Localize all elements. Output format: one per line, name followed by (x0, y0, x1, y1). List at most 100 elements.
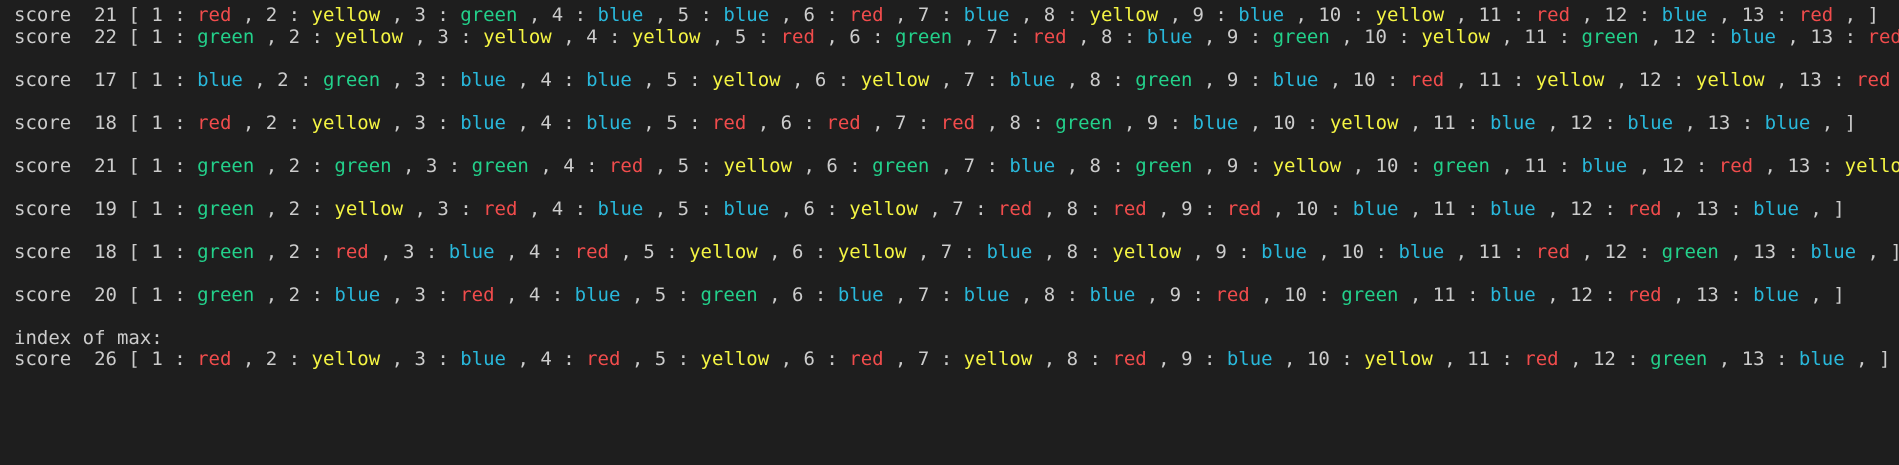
item-index: 13 : (1695, 198, 1754, 220)
item-color: blue (197, 69, 243, 91)
item-index: 10 : (1318, 4, 1376, 26)
item-index: 5 : (677, 155, 724, 177)
score-value: 26 (94, 348, 117, 370)
item-color: red (197, 348, 232, 370)
item-index: 7 : (917, 284, 964, 306)
item-color: red (849, 348, 884, 370)
output-line: score 17 [ 1 : blue , 2 : green , 3 : bl… (14, 69, 1891, 91)
item-color: green (1055, 112, 1113, 134)
item-color: red (1226, 198, 1262, 220)
item-index: 2 : (288, 26, 335, 48)
score-value: 21 (94, 155, 117, 177)
item-index: 3 : (403, 241, 449, 263)
item-index: 4 : (586, 26, 632, 48)
item-index: 12 : (1638, 69, 1696, 91)
item-color: green (1581, 26, 1639, 48)
score-label: score (14, 284, 72, 306)
item-index: 10 : (1284, 284, 1342, 306)
item-color: green (197, 198, 255, 220)
item-color: blue (1661, 4, 1708, 26)
item-color: green (197, 155, 255, 177)
item-color: blue (1581, 155, 1628, 177)
item-color: red (460, 284, 495, 306)
score-value: 21 (94, 4, 117, 26)
item-index: 8 : (1100, 26, 1147, 48)
item-index: 7 : (952, 198, 998, 220)
item-index: 9 : (1181, 348, 1227, 370)
item-color: blue (1489, 198, 1536, 220)
item-color: red (1112, 348, 1147, 370)
item-index: 7 : (917, 4, 964, 26)
item-color: red (574, 241, 609, 263)
item-color: blue (1226, 348, 1273, 370)
item-index: 7 : (917, 348, 964, 370)
score-label: score (14, 112, 72, 134)
item-color: red (997, 198, 1033, 220)
item-index: 1 : (151, 69, 198, 91)
item-index: 6 : (826, 155, 873, 177)
item-index: 9 : (1169, 284, 1216, 306)
item-color: blue (1398, 241, 1445, 263)
item-color: yellow (1112, 241, 1182, 263)
item-color: green (197, 284, 255, 306)
item-color: red (1524, 348, 1559, 370)
item-index: 6 : (814, 69, 861, 91)
item-color: yellow (1375, 4, 1445, 26)
item-index: 7 : (895, 112, 941, 134)
item-color: red (608, 155, 644, 177)
item-color: green (872, 155, 930, 177)
score-value: 19 (94, 198, 117, 220)
item-color: blue (1753, 198, 1799, 220)
item-index: 4 : (540, 112, 587, 134)
item-index: 6 : (803, 348, 850, 370)
item-index: 13 : (1695, 284, 1754, 306)
item-index: 9 : (1226, 69, 1273, 91)
item-color: blue (1352, 198, 1399, 220)
item-color: yellow (483, 26, 552, 48)
item-index: 8 : (1089, 155, 1136, 177)
score-value: 17 (94, 69, 117, 91)
item-index: 12 : (1673, 26, 1731, 48)
item-color: yellow (311, 348, 381, 370)
terminal-output[interactable]: score 21 [ 1 : red , 2 : yellow , 3 : gr… (0, 0, 1899, 465)
item-color: yellow (1329, 112, 1399, 134)
item-index: 13 : (1810, 26, 1868, 48)
item-index: 1 : (151, 198, 198, 220)
item-index: 10 : (1364, 26, 1422, 48)
item-index: 9 : (1192, 4, 1239, 26)
item-index: 12 : (1570, 112, 1628, 134)
item-color: green (334, 155, 392, 177)
item-index: 3 : (414, 284, 461, 306)
item-index: 11 : (1478, 241, 1536, 263)
item-index: 4 : (563, 155, 609, 177)
item-index: 11 : (1478, 69, 1536, 91)
item-color: blue (1753, 284, 1799, 306)
item-index: 4 : (551, 198, 598, 220)
item-color: red (483, 198, 518, 220)
score-value: 20 (94, 284, 117, 306)
item-index: 10 : (1306, 348, 1365, 370)
item-index: 3 : (425, 155, 472, 177)
item-color: green (1135, 69, 1193, 91)
item-color: yellow (334, 26, 404, 48)
item-color: green (895, 26, 953, 48)
item-color: green (1341, 284, 1399, 306)
item-index: 7 : (963, 69, 1010, 91)
item-color: blue (1810, 241, 1857, 263)
item-color: red (1535, 241, 1571, 263)
item-color: green (1135, 155, 1193, 177)
item-color: blue (460, 348, 506, 370)
item-index: 3 : (437, 26, 484, 48)
item-index: 4 : (540, 69, 587, 91)
item-color: yellow (849, 198, 918, 220)
item-index: 8 : (1066, 348, 1113, 370)
item-index: 2 : (265, 348, 312, 370)
item-color: blue (334, 284, 381, 306)
score-label: score (14, 348, 72, 370)
item-index: 5 : (666, 112, 712, 134)
item-index: 9 : (1215, 241, 1262, 263)
item-index: 13 : (1741, 4, 1799, 26)
item-index: 11 : (1432, 112, 1490, 134)
item-index: 12 : (1604, 241, 1662, 263)
item-index: 3 : (414, 4, 461, 26)
